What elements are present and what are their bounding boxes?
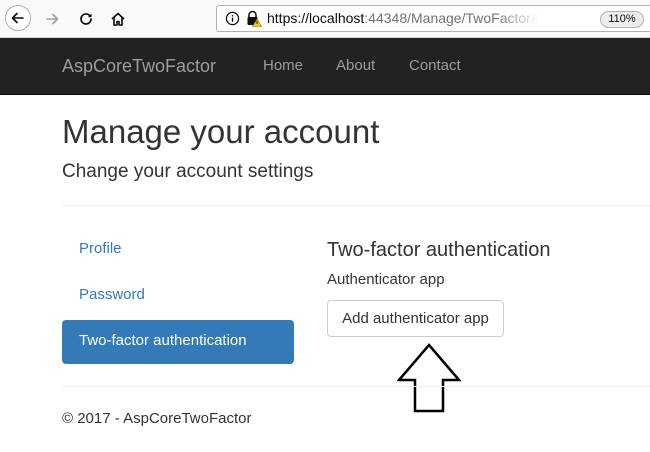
url-host: https://localhost	[267, 10, 365, 26]
section-title: Two-factor authentication	[327, 239, 551, 261]
sidebar-item-two-factor[interactable]: Two-factor authentication	[62, 320, 294, 364]
home-button[interactable]	[104, 5, 132, 33]
page-subtitle: Change your account settings	[62, 161, 314, 182]
site-navbar: AspCoreTwoFactor Home About Contact	[0, 38, 650, 95]
home-icon	[111, 12, 125, 26]
zoom-level-badge[interactable]: 110%	[600, 11, 644, 28]
url-text[interactable]: https://localhost:44348/Manage/TwoFactor…	[267, 10, 539, 26]
footer-divider	[62, 386, 650, 387]
up-arrow-outline-icon	[397, 343, 461, 413]
brand-link[interactable]: AspCoreTwoFactor	[62, 56, 216, 77]
back-arrow-icon	[11, 12, 24, 24]
sidebar-item-password[interactable]: Password	[62, 274, 294, 318]
divider	[62, 205, 650, 206]
footer-copyright: © 2017 - AspCoreTwoFactor	[62, 410, 252, 427]
browser-toolbar: https://localhost:44348/Manage/TwoFactor…	[0, 0, 650, 38]
nav-link-home[interactable]: Home	[263, 57, 303, 74]
lock-warning-icon[interactable]	[245, 10, 263, 32]
forward-button[interactable]	[38, 5, 66, 33]
sidebar-item-profile[interactable]: Profile	[62, 228, 294, 272]
url-bar[interactable]: https://localhost:44348/Manage/TwoFactor…	[216, 5, 650, 32]
nav-link-contact[interactable]: Contact	[409, 57, 461, 74]
back-button[interactable]	[5, 5, 31, 31]
info-icon[interactable]	[225, 11, 240, 31]
manage-sidebar: Profile Password Two-factor authenticati…	[62, 228, 294, 366]
forward-arrow-icon	[46, 13, 59, 25]
url-path: :44348/Manage/TwoFactorAuthentication	[364, 10, 539, 26]
reload-button[interactable]	[72, 5, 100, 33]
nav-link-about[interactable]: About	[336, 57, 375, 74]
section-subtitle: Authenticator app	[327, 271, 445, 288]
page-title: Manage your account	[62, 113, 380, 150]
reload-icon	[80, 13, 92, 25]
add-authenticator-app-button[interactable]: Add authenticator app	[327, 300, 504, 337]
